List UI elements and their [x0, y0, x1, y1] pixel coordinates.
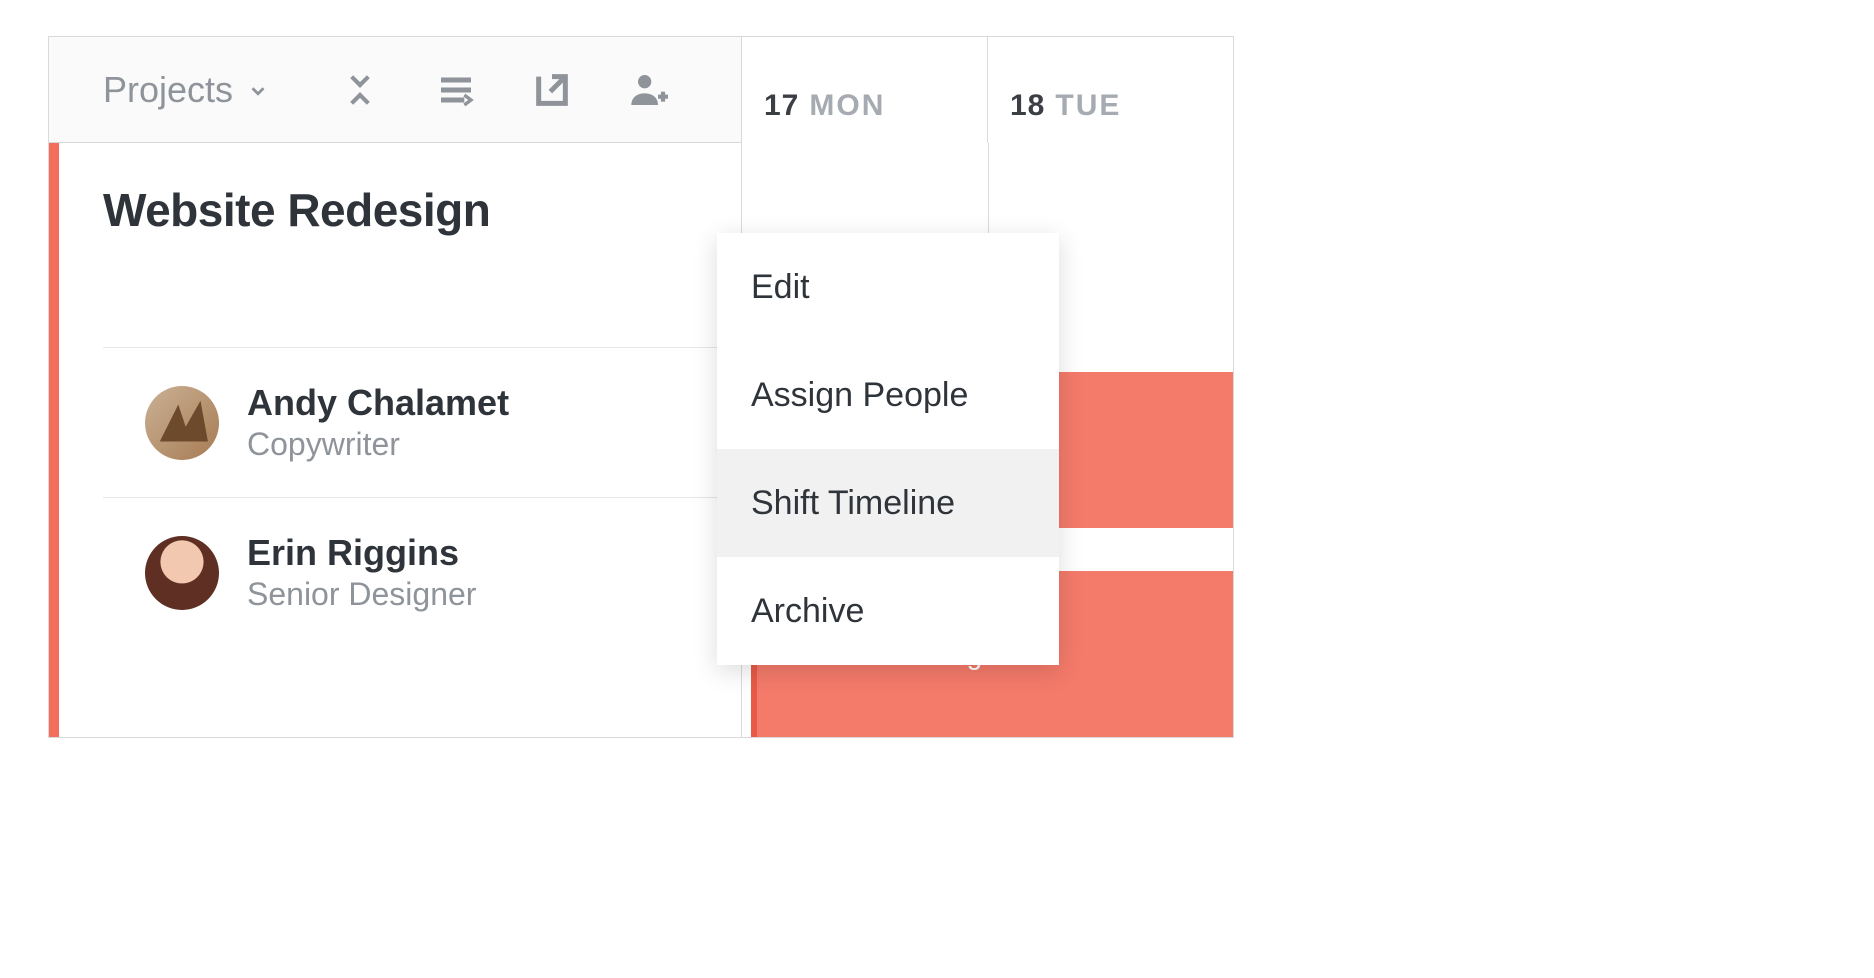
projects-dropdown-label: Projects	[103, 69, 233, 111]
date-column-17: 17 MON	[741, 37, 987, 143]
project-title: Website Redesign	[59, 143, 741, 237]
toolbar-icons	[337, 67, 671, 113]
export-icon[interactable]	[529, 67, 575, 113]
project-sidebar: Website Redesign Andy Chalamet Copywrite…	[49, 143, 741, 737]
menu-item-edit[interactable]: Edit	[717, 233, 1059, 341]
context-menu: Edit Assign People Shift Timeline Archiv…	[717, 233, 1059, 665]
menu-item-archive[interactable]: Archive	[717, 557, 1059, 665]
menu-item-assign-people[interactable]: Assign People	[717, 341, 1059, 449]
projects-dropdown[interactable]: Projects	[49, 37, 297, 142]
person-name: Andy Chalamet	[247, 382, 509, 424]
person-role: Senior Designer	[247, 576, 476, 613]
person-row[interactable]: Andy Chalamet Copywriter	[59, 348, 741, 497]
date-day: TUE	[1055, 89, 1121, 123]
date-number: 18	[1010, 89, 1045, 123]
person-row[interactable]: Erin Riggins Senior Designer	[59, 498, 741, 647]
person-name: Erin Riggins	[247, 532, 476, 574]
list-icon[interactable]	[433, 67, 479, 113]
add-person-icon[interactable]	[625, 67, 671, 113]
date-headers: 17 MON 18 TUE	[741, 37, 1233, 143]
menu-item-label: Edit	[751, 268, 810, 307]
menu-item-label: Archive	[751, 592, 864, 631]
chevron-down-icon	[247, 69, 269, 111]
app-frame: Projects 17 MON	[48, 36, 1234, 738]
avatar	[145, 536, 219, 610]
date-day: MON	[809, 89, 885, 123]
menu-item-shift-timeline[interactable]: Shift Timeline	[717, 449, 1059, 557]
person-role: Copywriter	[247, 426, 509, 463]
menu-item-label: Shift Timeline	[751, 484, 955, 523]
toolbar: Projects 17 MON	[49, 37, 1233, 143]
menu-item-label: Assign People	[751, 376, 968, 415]
collapse-icon[interactable]	[337, 67, 383, 113]
date-column-18: 18 TUE	[987, 37, 1233, 143]
date-number: 17	[764, 89, 799, 123]
avatar	[145, 386, 219, 460]
